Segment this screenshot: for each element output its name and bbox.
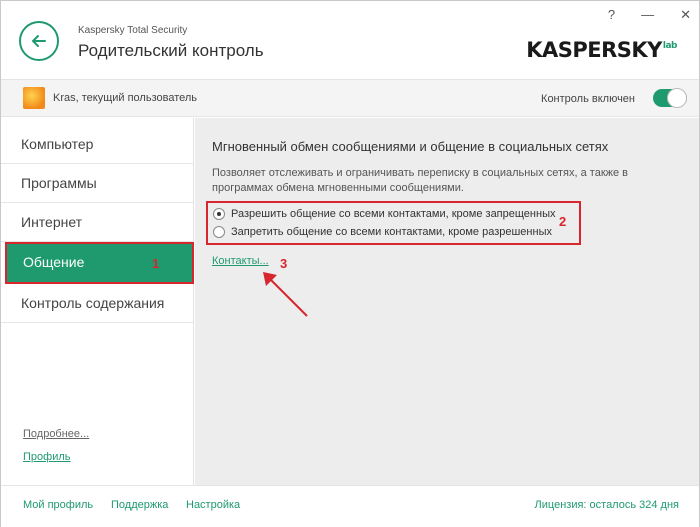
page-title: Родительский контроль [78,41,264,60]
arrow-left-icon [32,35,46,47]
sidebar-item-computer[interactable]: Компьютер [1,125,193,164]
sidebar-item-communication[interactable]: Общение [5,242,194,284]
current-user-label: Kras, текущий пользователь [53,92,198,104]
app-window: Kaspersky Total Security Родительский ко… [0,0,700,527]
sidebar-item-programs[interactable]: Программы [1,164,193,203]
annotation-marker-1: 1 [152,256,160,271]
sidebar-item-internet[interactable]: Интернет [1,203,193,242]
sidebar: Компьютер Программы Интернет Общение 1 К… [1,118,194,485]
minimize-button[interactable]: — [641,7,654,23]
radio-allow-label: Разрешить общение со всеми контактами, к… [231,208,556,220]
section-description: Позволяет отслеживать и ограничивать пер… [212,167,629,194]
main-content: Мгновенный обмен сообщениями и общение в… [195,118,699,485]
radio-deny-label: Запретить общение со всеми контактами, к… [231,226,552,238]
radio-button-unchecked[interactable] [213,226,225,238]
support-link[interactable]: Поддержка [111,499,168,511]
help-button[interactable]: ? [608,7,615,23]
settings-link[interactable]: Настройка [186,499,240,511]
annotation-arrow-icon [263,272,308,317]
profile-link[interactable]: Профиль [23,451,71,463]
logo-lab: lab [662,41,678,51]
more-info-link[interactable]: Подробнее... [23,428,89,440]
control-toggle[interactable] [653,88,687,108]
footer: Мой профиль Поддержка Настройка Лицензия… [1,485,699,527]
annotation-marker-2: 2 [559,214,567,229]
my-profile-link[interactable]: Мой профиль [23,499,93,511]
section-title: Мгновенный обмен сообщениями и общение в… [212,139,609,154]
radio-deny-all[interactable]: Запретить общение со всеми контактами, к… [213,226,552,238]
user-bar: Kras, текущий пользователь Контроль вклю… [1,79,699,117]
header: Kaspersky Total Security Родительский ко… [1,1,699,79]
sidebar-item-content-control[interactable]: Контроль содержания [1,284,193,323]
window-controls: ? — ✕ [608,7,691,23]
radio-button-checked[interactable] [213,208,225,220]
radio-group-highlight: Разрешить общение со всеми контактами, к… [206,201,581,245]
logo-text: KASPERSKY [526,38,662,62]
license-status: Лицензия: осталось 324 дня [534,499,679,511]
radio-allow-all[interactable]: Разрешить общение со всеми контактами, к… [213,208,555,220]
control-status-label: Контроль включен [541,93,635,105]
back-button[interactable] [19,21,59,61]
kaspersky-logo: KASPERSKYlab [526,38,677,62]
toggle-knob [667,88,687,108]
close-button[interactable]: ✕ [680,7,691,23]
avatar [23,87,45,109]
app-name: Kaspersky Total Security [78,25,188,36]
